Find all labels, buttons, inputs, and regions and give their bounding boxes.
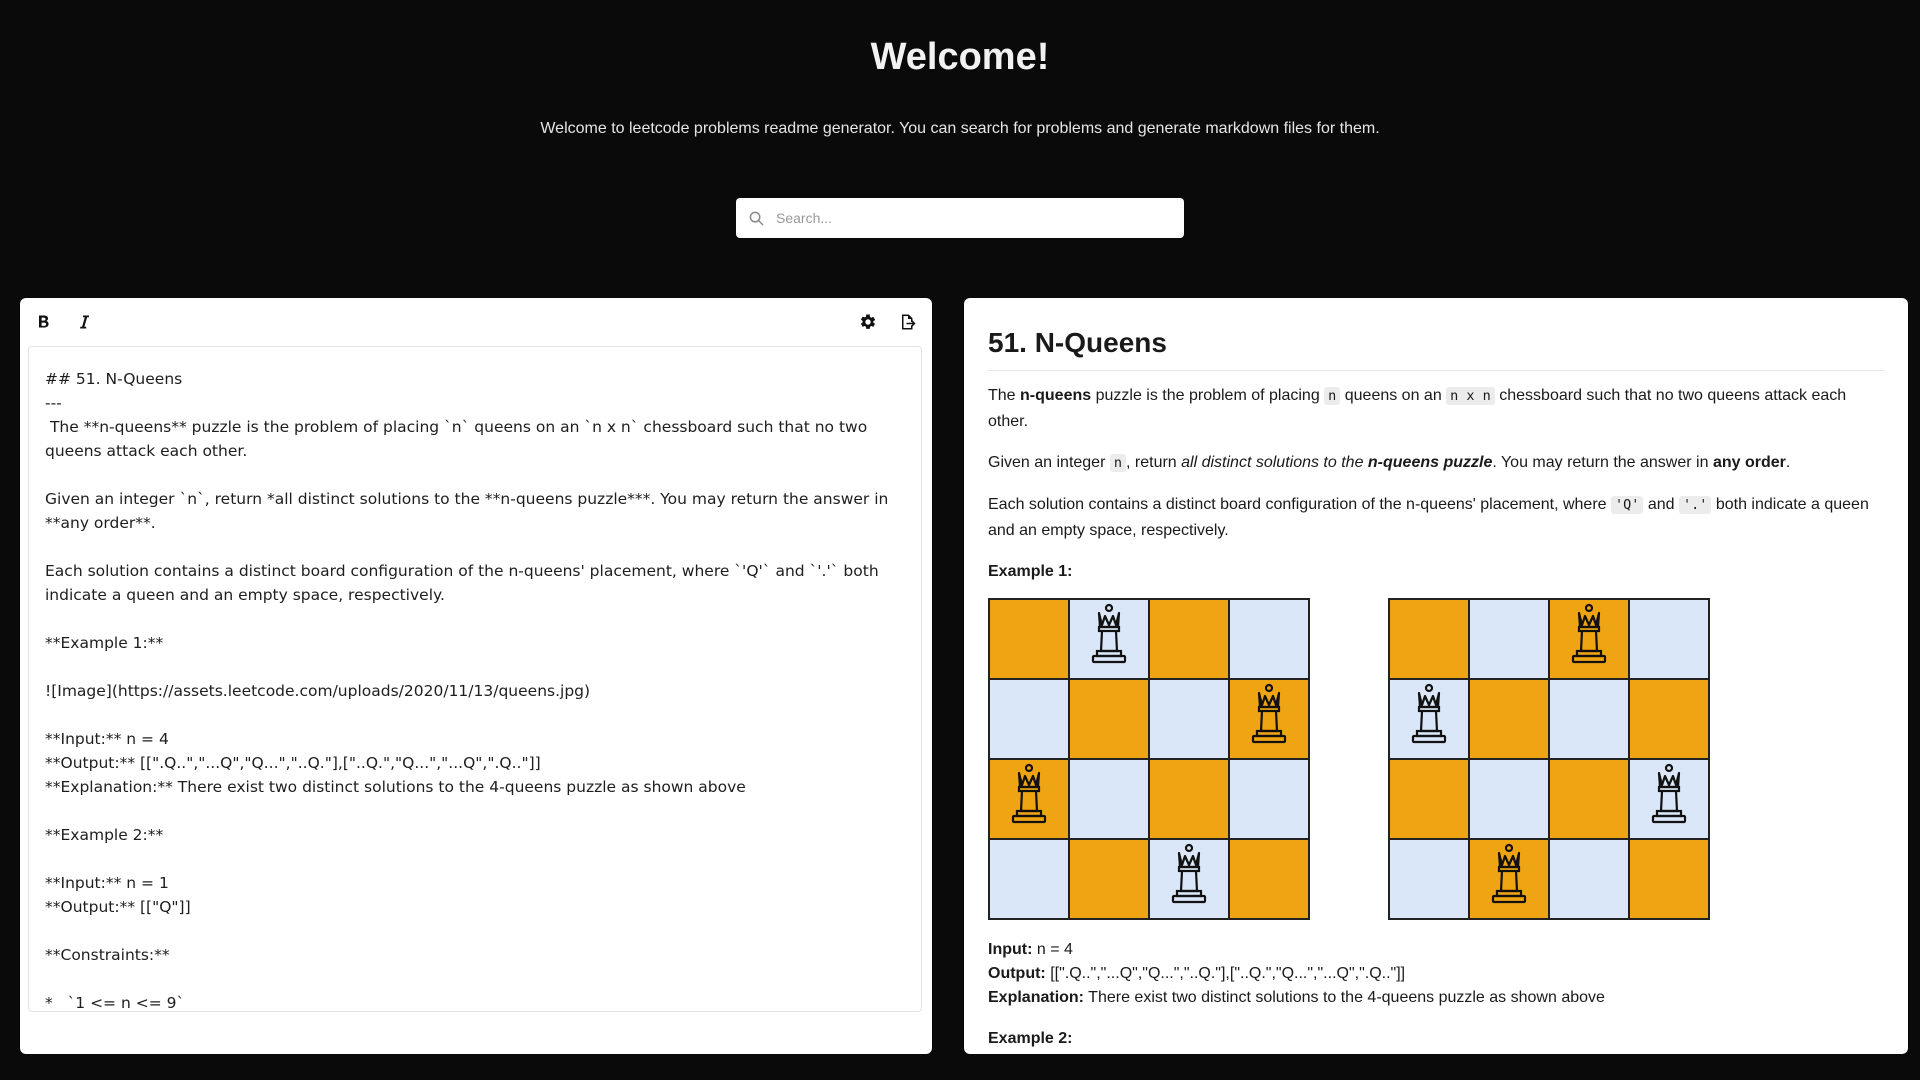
board-cell — [1549, 599, 1629, 679]
output-value: [[".Q..","...Q","Q...","..Q."],["..Q.","… — [1045, 965, 1406, 982]
board-cell — [1629, 759, 1709, 839]
board-cell — [1149, 599, 1229, 679]
italic-button[interactable] — [72, 310, 96, 334]
settings-button[interactable] — [856, 310, 880, 334]
board-cell — [1149, 759, 1229, 839]
board-cell — [1229, 759, 1309, 839]
board-cell — [1549, 839, 1629, 919]
chessboard-solution-2 — [1388, 598, 1710, 920]
example-1-io: Input: n = 4 Output: [[".Q..","...Q","Q.… — [988, 938, 1884, 1010]
problem-title: 51. N-Queens — [988, 326, 1884, 371]
search-bar[interactable] — [736, 198, 1184, 238]
description-paragraph: The n-queens puzzle is the problem of pl… — [988, 387, 1847, 430]
inline-code: n — [1324, 387, 1341, 405]
bold-icon — [39, 315, 49, 328]
board-cell — [1069, 679, 1149, 759]
inline-code: '.' — [1678, 496, 1712, 514]
queen-icon — [1167, 843, 1211, 915]
board-cell — [1149, 839, 1229, 919]
board-cell — [1149, 679, 1229, 759]
queen-icon — [1647, 763, 1691, 835]
board-cell — [1629, 839, 1709, 919]
board-cell — [1069, 599, 1149, 679]
bold-button[interactable] — [32, 310, 56, 334]
example-1-label: Example 1: — [988, 563, 1073, 580]
italic-icon — [80, 315, 89, 329]
explanation-label: Explanation: — [988, 989, 1085, 1006]
input-label: Input: — [988, 941, 1033, 958]
output-label: Output: — [988, 965, 1046, 982]
board-cell — [1469, 839, 1549, 919]
board-cell — [1469, 679, 1549, 759]
queen-icon — [1487, 843, 1531, 915]
board-cell — [989, 839, 1069, 919]
hero-title: Welcome! — [870, 36, 1050, 78]
board-cell — [1629, 679, 1709, 759]
queen-icon — [1007, 763, 1051, 835]
board-cell — [989, 759, 1069, 839]
example-2-label: Example 2: — [988, 1030, 1073, 1047]
board-cell — [1229, 679, 1309, 759]
input-value: n = 4 — [1032, 941, 1073, 958]
markdown-textarea[interactable]: ## 51. N-Queens --- The **n-queens** puz… — [28, 346, 922, 1012]
markdown-editor-panel: ## 51. N-Queens --- The **n-queens** puz… — [20, 298, 932, 1054]
inline-code: n x n — [1446, 387, 1495, 405]
board-cell — [1229, 839, 1309, 919]
gear-icon — [860, 314, 876, 329]
board-cell — [1389, 759, 1469, 839]
inline-code: 'Q' — [1611, 496, 1644, 514]
board-cell — [1469, 599, 1549, 679]
example-1-image — [988, 598, 1884, 920]
editor-toolbar — [20, 298, 932, 348]
board-cell — [1549, 759, 1629, 839]
task-paragraph: Given an integer n, return all distinct … — [988, 454, 1791, 472]
explanation-value: There exist two distinct solutions to th… — [1084, 989, 1605, 1006]
board-cell — [989, 679, 1069, 759]
board-cell — [1389, 599, 1469, 679]
board-cell — [1069, 839, 1149, 919]
hero-subtitle: Welcome to leetcode problems readme gene… — [540, 120, 1380, 137]
queen-icon — [1567, 603, 1611, 675]
board-cell — [1229, 599, 1309, 679]
board-cell — [989, 599, 1069, 679]
export-button[interactable] — [896, 310, 920, 334]
board-cell — [1469, 759, 1549, 839]
markdown-preview-panel: 51. N-Queens The n-queens puzzle is the … — [964, 298, 1908, 1054]
solution-format-paragraph: Each solution contains a distinct board … — [988, 496, 1869, 539]
search-icon — [749, 211, 764, 225]
queen-icon — [1407, 683, 1451, 755]
queen-icon — [1087, 603, 1131, 675]
queen-icon — [1247, 683, 1291, 755]
board-cell — [1549, 679, 1629, 759]
inline-code: n — [1109, 454, 1126, 472]
chessboard-solution-1 — [988, 598, 1310, 920]
board-cell — [1389, 679, 1469, 759]
search-input[interactable] — [774, 209, 1158, 227]
board-cell — [1629, 599, 1709, 679]
board-cell — [1069, 759, 1149, 839]
board-cell — [1389, 839, 1469, 919]
export-file-icon — [902, 314, 916, 330]
